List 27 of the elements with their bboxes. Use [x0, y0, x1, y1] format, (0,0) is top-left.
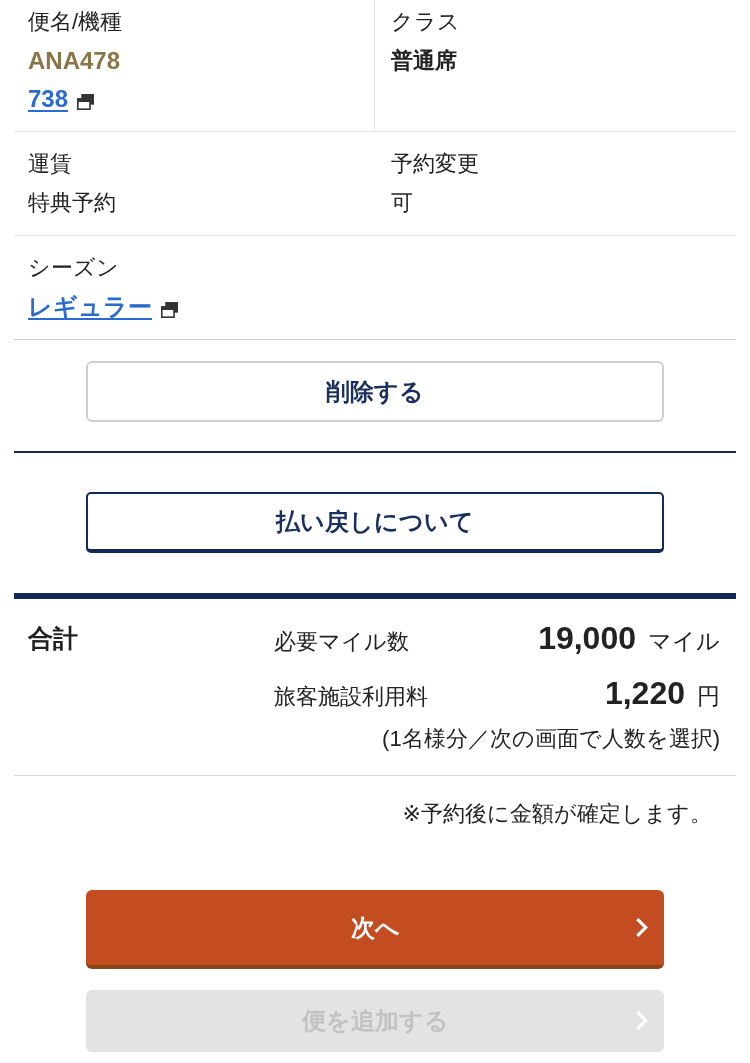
- chevron-right-icon: [635, 1010, 648, 1031]
- chevron-right-icon: [635, 916, 648, 938]
- total-unit: マイル: [648, 627, 720, 656]
- detail-value: ANA478: [28, 46, 121, 76]
- detail-label: 予約変更: [391, 150, 480, 178]
- detail-label: シーズン: [28, 254, 120, 282]
- detail-label: 便名/機種: [28, 8, 124, 36]
- new-window-icon: [77, 94, 95, 110]
- total-heading: 合計: [28, 623, 79, 654]
- total-note: (1名様分／次の画面で人数を選択): [381, 725, 720, 753]
- delete-button[interactable]: 削除する: [86, 361, 664, 422]
- detail-value: 可: [391, 189, 413, 217]
- total-amount: 1,220: [604, 674, 685, 713]
- detail-value: 特典予約: [28, 189, 116, 217]
- total-label: 必要マイル数: [274, 628, 410, 656]
- detail-label: 運賃: [28, 150, 73, 178]
- detail-value: 普通席: [391, 47, 457, 75]
- refund-info-button[interactable]: 払い戻しについて: [86, 492, 664, 553]
- detail-link[interactable]: 738: [28, 80, 69, 118]
- total-unit: 円: [697, 682, 720, 711]
- notice-text: ※予約後に金額が確定します。: [402, 800, 712, 828]
- next-button[interactable]: 次へ: [86, 890, 664, 969]
- total-label: 旅客施設利用料: [274, 683, 429, 711]
- detail-label: クラス: [391, 8, 461, 36]
- new-window-icon: [161, 302, 178, 318]
- total-amount: 19,000: [538, 619, 636, 658]
- detail-link[interactable]: レギュラー: [28, 288, 152, 326]
